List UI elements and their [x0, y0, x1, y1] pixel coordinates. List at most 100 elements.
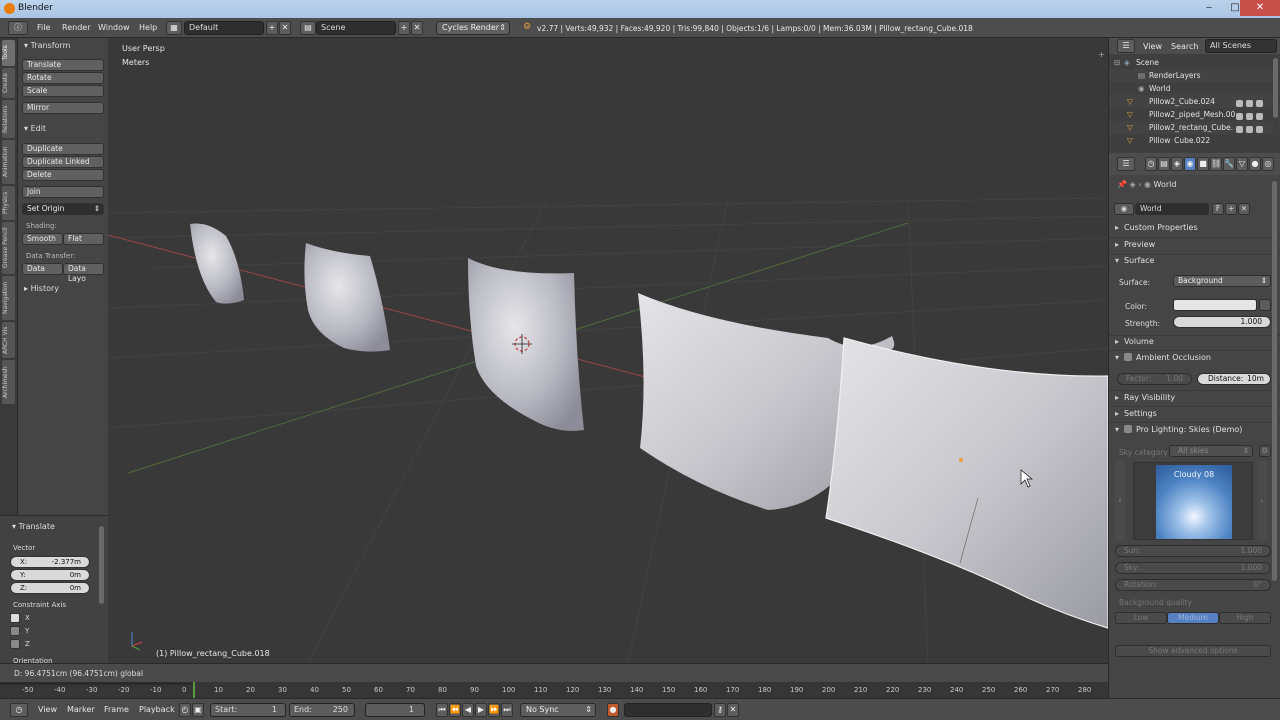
scene-icon[interactable]: ▤ [300, 21, 316, 35]
properties-scrollbar[interactable] [1272, 181, 1277, 581]
jump-end-icon[interactable]: ⏭ [501, 703, 513, 717]
physics-tab-icon[interactable]: ◎ [1262, 157, 1274, 171]
visibility-icons[interactable] [1233, 124, 1267, 133]
volume-panel[interactable]: ▸ Volume [1115, 335, 1275, 349]
outliner-menu-view[interactable]: View [1143, 42, 1162, 51]
outliner-row-object[interactable]: ▽ Pillow2_piped_Mesh.00 [1109, 108, 1273, 121]
material-tab-icon[interactable]: ● [1249, 157, 1261, 171]
show-advanced-button[interactable]: Show advanced options [1115, 645, 1271, 657]
constraint-y-checkbox[interactable] [10, 626, 20, 636]
tab-tools[interactable]: Tools [2, 40, 15, 66]
tab-archimesh[interactable]: Archimesh [2, 360, 15, 404]
color-link-icon[interactable] [1259, 299, 1271, 311]
ambient-occlusion-panel[interactable]: ▾ Ambient Occlusion [1115, 351, 1275, 365]
duplicate-linked-button[interactable]: Duplicate Linked [22, 156, 104, 168]
pro-lighting-checkbox[interactable] [1124, 425, 1132, 433]
smooth-button[interactable]: Smooth [22, 233, 63, 245]
ray-visibility-panel[interactable]: ▸ Ray Visibility [1115, 391, 1275, 405]
rotation-field[interactable]: Rotation: 0° [1115, 579, 1271, 591]
world-name-field[interactable]: World [1135, 203, 1209, 215]
constraints-tab-icon[interactable]: ⛓ [1210, 157, 1222, 171]
use-preview-icon[interactable]: ▣ [192, 703, 204, 717]
end-frame-field[interactable]: End: 250 [289, 703, 355, 717]
preview-panel[interactable]: ▸ Preview [1115, 238, 1275, 252]
menu-window[interactable]: Window [98, 23, 130, 32]
sky-next-icon[interactable]: › [1257, 461, 1267, 541]
keying-insert-icon[interactable]: ⚷ [714, 703, 726, 717]
vector-y-field[interactable]: Y: 0m [10, 569, 90, 581]
flat-button[interactable]: Flat [63, 233, 104, 245]
visibility-icons[interactable] [1233, 111, 1267, 120]
outliner-row-renderlayers[interactable]: ▤ RenderLayers [1109, 69, 1273, 82]
outliner-row-scene[interactable]: ⊟ ◈ Scene [1109, 56, 1273, 69]
outliner-row-world[interactable]: ◉ World [1109, 82, 1273, 95]
close-button[interactable]: ✕ [1240, 0, 1280, 16]
scene-add-icon[interactable]: + [398, 21, 410, 35]
scene-tab-icon[interactable]: ◈ [1171, 157, 1183, 171]
start-frame-field[interactable]: Start: 1 [210, 703, 286, 717]
world-browse-icon[interactable]: ◉ [1114, 203, 1134, 215]
vector-z-field[interactable]: Z: 0m [10, 582, 90, 594]
quality-high-button[interactable]: High [1219, 612, 1271, 624]
current-frame-field[interactable]: 1 [365, 703, 425, 717]
layout-remove-icon[interactable]: ✕ [279, 21, 291, 35]
tab-physics[interactable]: Physics [2, 186, 15, 220]
render-engine-dropdown[interactable]: Cycles Render ⇕ [436, 21, 510, 35]
play-icon[interactable]: ▶ [475, 703, 487, 717]
pillow-5-selected[interactable] [826, 338, 1108, 628]
outliner-row-object[interactable]: ▽ Pillow_Cube.022 [1109, 134, 1273, 144]
properties-editor-icon[interactable]: ☰ [1117, 157, 1135, 171]
timeline-editor-icon[interactable]: ◷ [10, 703, 28, 717]
pro-lighting-panel[interactable]: ▾ Pro Lighting: Skies (Demo) [1115, 423, 1275, 437]
scene-remove-icon[interactable]: ✕ [411, 21, 423, 35]
preview-range-icon[interactable]: ◴ [179, 703, 191, 717]
object-tab-icon[interactable]: ■ [1197, 157, 1209, 171]
delete-button[interactable]: Delete [22, 169, 104, 181]
join-button[interactable]: Join [22, 186, 104, 198]
outliner-menu-search[interactable]: Search [1171, 42, 1198, 51]
timeline-menu-marker[interactable]: Marker [67, 705, 95, 714]
quality-medium-button[interactable]: Medium [1167, 612, 1219, 624]
sky-strength-field[interactable]: Sky: 1.000 [1115, 562, 1271, 574]
ao-enable-checkbox[interactable] [1124, 353, 1132, 361]
sun-strength-field[interactable]: Sun: 1.000 [1115, 545, 1271, 557]
outliner-filter-dropdown[interactable]: All Scenes [1205, 39, 1277, 53]
outliner-scrollbar[interactable] [1273, 58, 1278, 118]
tab-grease-pencil[interactable]: Grease Pencil [2, 222, 15, 274]
minimize-button[interactable]: ‒ [1196, 0, 1222, 16]
sky-thumbnail-frame[interactable]: Cloudy 08 [1133, 462, 1253, 540]
color-swatch[interactable] [1173, 299, 1257, 311]
render-tab-icon[interactable]: ◷ [1145, 157, 1157, 171]
sync-dropdown[interactable]: No Sync ⇕ [520, 703, 596, 717]
transform-panel-header[interactable]: ▾ Transform [24, 41, 70, 50]
editor-type-icon[interactable]: ⓘ [8, 21, 28, 35]
surface-panel[interactable]: ▾ Surface [1115, 254, 1275, 268]
viewport-corner-icon[interactable]: + [1098, 50, 1105, 59]
sky-category-dropdown[interactable]: All skies ⇕ [1169, 445, 1253, 457]
visibility-icons[interactable] [1233, 98, 1267, 107]
custom-properties-panel[interactable]: ▸ Custom Properties [1115, 221, 1275, 235]
edit-panel-header[interactable]: ▾ Edit [24, 124, 46, 133]
tab-animation[interactable]: Animation [2, 140, 15, 184]
timeline-menu-view[interactable]: View [38, 705, 57, 714]
set-origin-dropdown[interactable]: Set Origin ⇕ [22, 203, 104, 215]
constraint-x-checkbox[interactable] [10, 613, 20, 623]
timeline-menu-playback[interactable]: Playback [139, 705, 175, 714]
quality-low-button[interactable]: Low [1115, 612, 1167, 624]
scene-field[interactable]: Scene [316, 21, 396, 35]
menu-help[interactable]: Help [139, 23, 157, 32]
menu-render[interactable]: Render [62, 23, 90, 32]
scale-button[interactable]: Scale [22, 85, 104, 97]
menu-file[interactable]: File [37, 23, 50, 32]
jump-keyframe-forward-icon[interactable]: ⏩ [488, 703, 500, 717]
tab-create[interactable]: Create [2, 68, 15, 98]
layout-add-icon[interactable]: + [266, 21, 278, 35]
operator-title[interactable]: ▾ Translate [12, 522, 55, 531]
outliner-row-object[interactable]: ▽ Pillow2_rectang_Cube. [1109, 121, 1273, 134]
duplicate-button[interactable]: Duplicate [22, 143, 104, 155]
world-new-icon[interactable]: + [1225, 203, 1237, 215]
tab-arch-vis[interactable]: ARCH Vis [2, 322, 15, 358]
layout-field[interactable]: Default [184, 21, 264, 35]
history-panel-header[interactable]: ▸ History [24, 284, 59, 293]
vector-x-field[interactable]: X: -2.377m [10, 556, 90, 568]
